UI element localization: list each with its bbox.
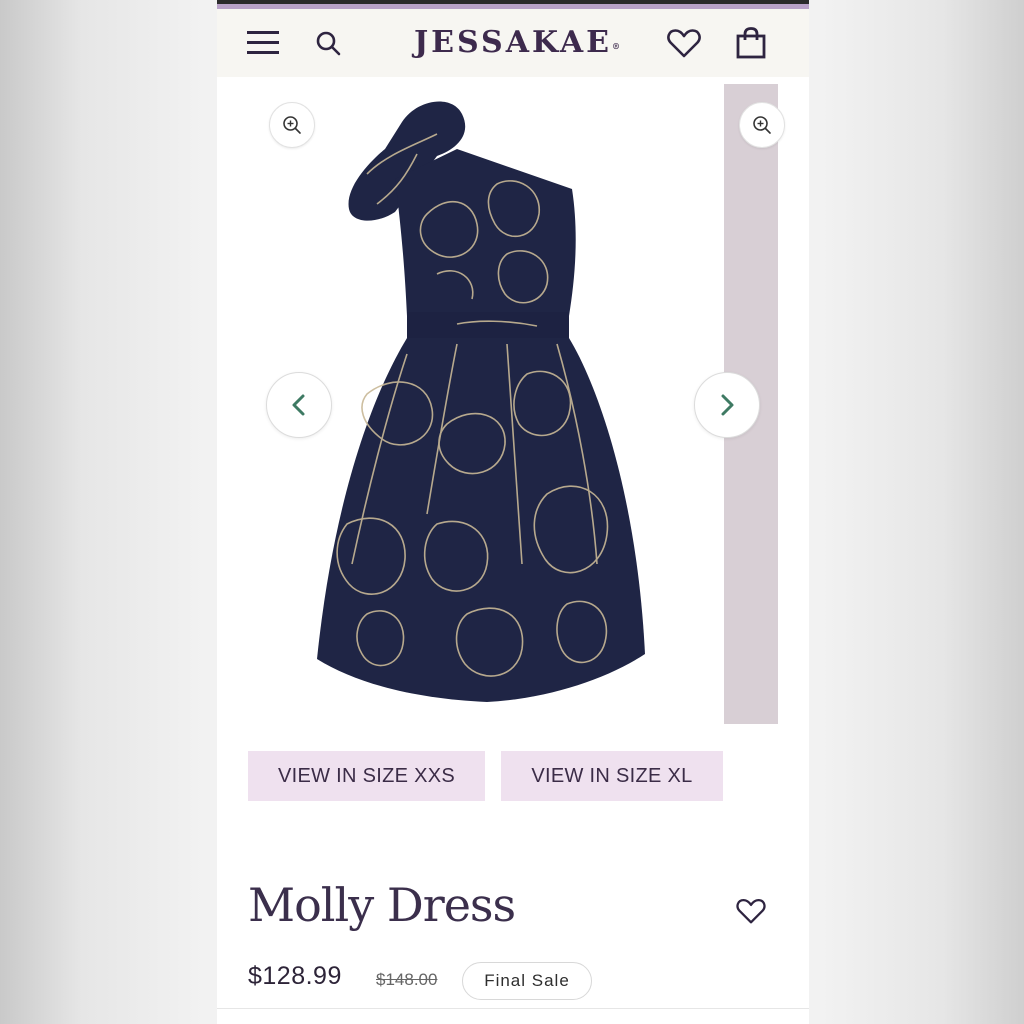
brand-logo[interactable]: JESSAKAE® <box>367 25 667 60</box>
previous-image-button[interactable] <box>266 372 332 438</box>
zoom-in-icon <box>753 116 771 134</box>
menu-button[interactable] <box>243 23 283 63</box>
zoom-in-icon <box>283 116 301 134</box>
final-sale-badge: Final Sale <box>462 962 592 1000</box>
product-image-gallery[interactable] <box>217 84 809 724</box>
dress-bodice <box>395 149 576 316</box>
dress-waistband <box>407 312 569 338</box>
chevron-right-icon <box>721 394 734 416</box>
zoom-button[interactable] <box>269 102 315 148</box>
sale-price: $128.99 <box>248 962 342 990</box>
shopping-bag-icon <box>736 27 766 59</box>
heart-icon <box>736 899 766 924</box>
divider <box>217 1008 809 1009</box>
wishlist-button[interactable] <box>664 23 704 63</box>
hamburger-menu-icon <box>247 31 279 54</box>
site-header: JESSAKAE® <box>217 9 809 77</box>
dress-skirt <box>317 338 645 702</box>
add-to-wishlist-button[interactable] <box>733 893 769 929</box>
chevron-left-icon <box>292 394 305 416</box>
product-title: Molly Dress <box>248 878 516 932</box>
heart-icon <box>667 29 701 58</box>
zoom-button-next-slide[interactable] <box>739 102 785 148</box>
search-icon <box>316 31 341 56</box>
search-button[interactable] <box>308 23 348 63</box>
view-in-size-xxs-button[interactable]: VIEW IN SIZE XXS <box>248 751 485 801</box>
original-price: $148.00 <box>376 970 438 989</box>
cart-button[interactable] <box>731 23 771 63</box>
view-in-size-xl-button[interactable]: VIEW IN SIZE XL <box>501 751 723 801</box>
next-image-button[interactable] <box>694 372 760 438</box>
phone-screen: JESSAKAE® VIEW IN SIZE XXS VIEW IN SIZE … <box>217 0 809 1024</box>
product-image <box>317 101 645 702</box>
